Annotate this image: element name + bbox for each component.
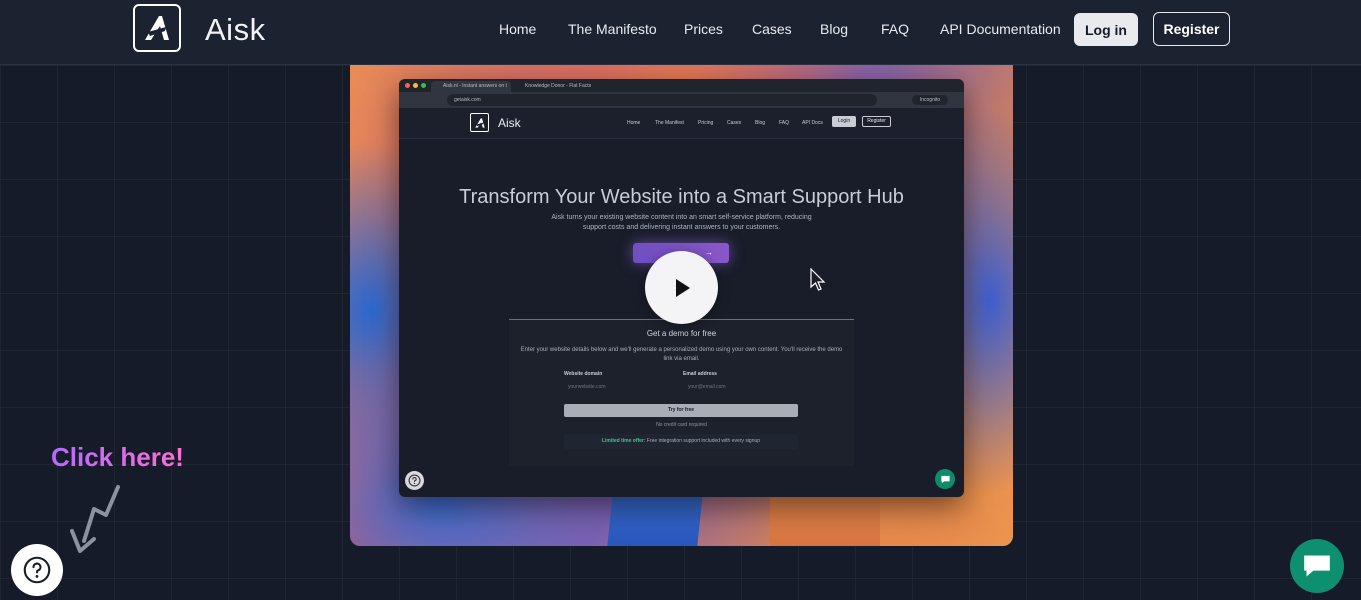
nav-manifesto[interactable]: The Manifesto	[568, 21, 657, 41]
demo-description: Enter your website details below and we'…	[520, 347, 843, 362]
inner-register-button: Register	[862, 116, 891, 127]
login-button[interactable]: Log in	[1074, 13, 1138, 46]
inner-nav-item: Blog	[755, 120, 766, 126]
offer-banner: Limited time offer: Free integration sup…	[564, 434, 798, 449]
aisk-logo-icon	[470, 113, 489, 132]
no-credit-card-note: No credit card required	[656, 422, 707, 428]
inner-nav-item: The Manifest	[655, 120, 684, 126]
inner-nav-item: Home	[627, 120, 641, 126]
nav-prices[interactable]: Prices	[684, 21, 723, 41]
domain-label: Website domain	[564, 371, 603, 377]
nav-blog[interactable]: Blog	[820, 21, 848, 41]
site-header: Aisk Home The Manifesto Prices Cases Blo…	[0, 0, 1361, 65]
play-icon	[675, 278, 690, 297]
browser-tab: Knowledge Donor - Flat Facts	[525, 83, 592, 89]
hero-title: Transform Your Website into a Smart Supp…	[459, 186, 904, 208]
click-here-callout: Click here!	[51, 442, 184, 472]
mouse-cursor-icon	[810, 268, 826, 291]
hero-subtitle: Aisk turns your existing website content…	[551, 214, 812, 231]
email-input: your@email.com	[688, 384, 726, 390]
aisk-logo-icon[interactable]	[133, 4, 181, 52]
inner-nav-item: Pricing	[698, 120, 714, 126]
help-button[interactable]	[11, 544, 63, 596]
question-icon	[405, 471, 424, 490]
minimize-dot-icon	[413, 83, 418, 88]
demo-form-card: Get a demo for free Enter your website d…	[509, 319, 854, 466]
browser-tabbar: Aisk.nl - Instant answers on t Knowledge…	[399, 79, 964, 92]
incognito-badge: Incognito	[912, 95, 948, 105]
demo-title: Get a demo for free	[646, 329, 717, 338]
chat-button[interactable]	[1290, 539, 1344, 593]
email-label: Email address	[683, 371, 717, 377]
offer-text: Free integration support included with e…	[645, 438, 761, 444]
domain-input: yourwebsite.com	[568, 384, 606, 390]
maximize-dot-icon	[421, 83, 426, 88]
inner-logo-text: Aisk	[498, 116, 521, 130]
zigzag-arrow-icon	[70, 485, 120, 553]
try-free-button: Try for free	[564, 404, 798, 417]
chat-bubble-icon	[935, 469, 955, 489]
inner-nav-item: API Docs	[802, 120, 823, 126]
nav-home[interactable]: Home	[499, 21, 536, 41]
inner-nav-item: FAQ	[779, 120, 790, 126]
url-field: getaisk.com	[447, 94, 877, 106]
logo-text[interactable]: Aisk	[205, 12, 266, 48]
play-button[interactable]	[645, 251, 718, 324]
nav-cases[interactable]: Cases	[752, 21, 792, 41]
register-button[interactable]: Register	[1153, 12, 1230, 46]
chat-bubble-icon	[1304, 555, 1330, 577]
close-dot-icon	[405, 83, 410, 88]
browser-urlbar: getaisk.com Incognito	[399, 92, 964, 108]
browser-tab: Aisk.nl - Instant answers on t	[431, 81, 511, 92]
nav-api-documentation[interactable]: API Documentation	[940, 21, 1061, 41]
arrow-right-icon: →	[705, 248, 713, 257]
inner-login-button: Login	[832, 116, 856, 127]
question-icon	[23, 556, 51, 584]
nav-faq[interactable]: FAQ	[881, 21, 909, 41]
inner-site-header: Aisk Home The Manifest Pricing Cases Blo…	[399, 108, 964, 139]
inner-nav-item: Cases	[727, 120, 742, 126]
offer-strong: Limited time offer:	[601, 438, 646, 444]
